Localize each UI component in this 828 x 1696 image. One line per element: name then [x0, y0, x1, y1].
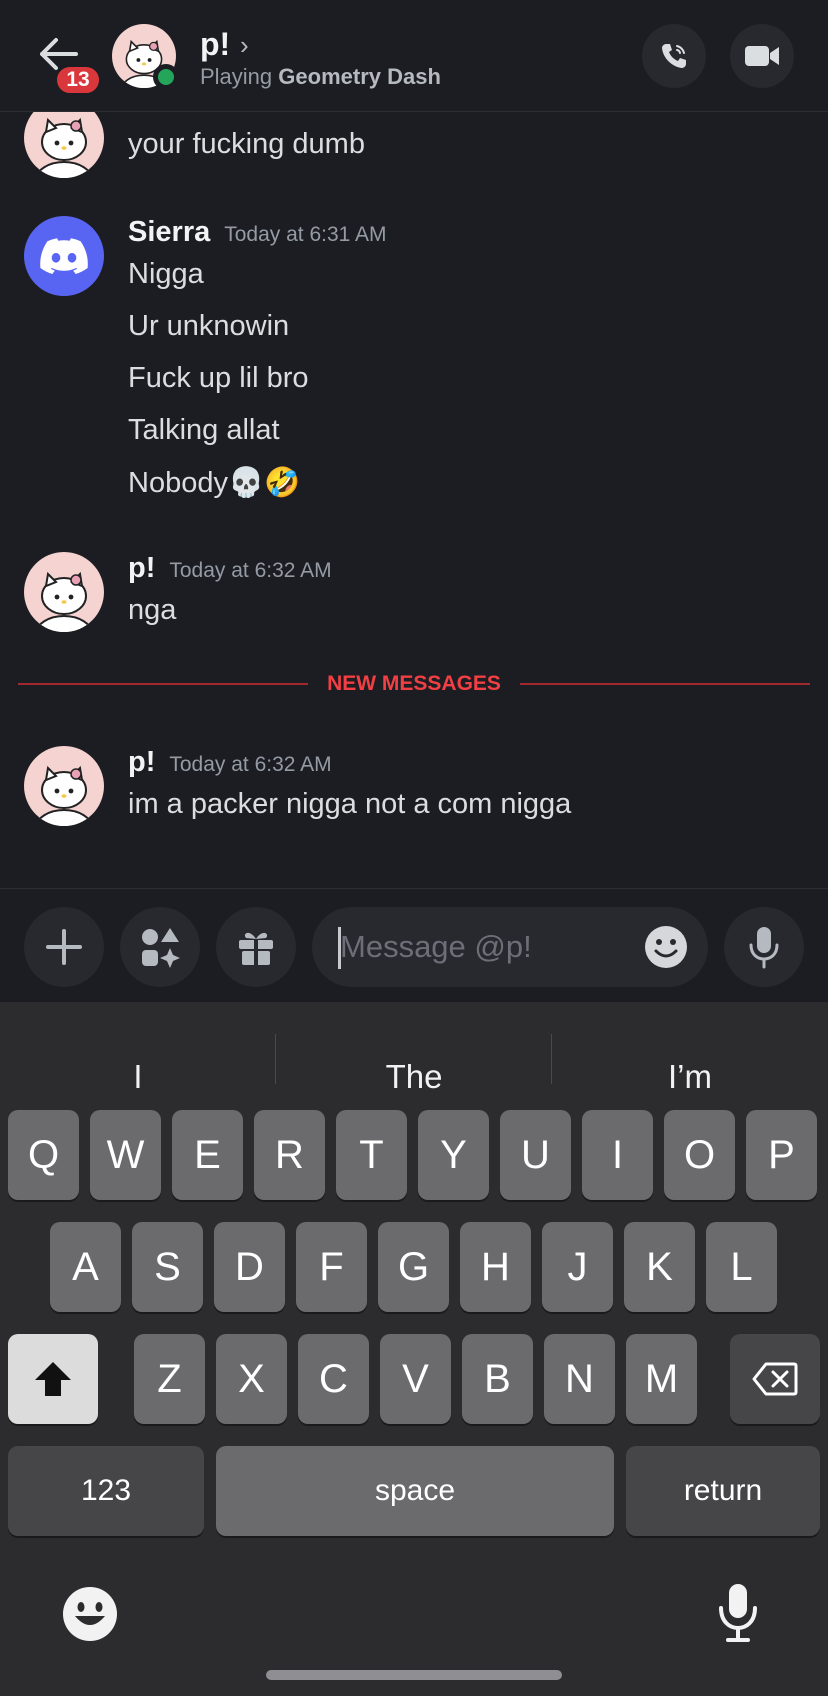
key-t[interactable]: T [336, 1110, 407, 1200]
suggestion-item[interactable]: The [276, 1058, 552, 1096]
message-placeholder: Message @p! [340, 929, 532, 964]
key-a[interactable]: A [50, 1222, 121, 1312]
chat-header: 13 p! › Playing Geometry Dash [0, 0, 828, 112]
key-n[interactable]: N [544, 1334, 615, 1424]
avatar[interactable] [24, 216, 104, 296]
unread-badge: 13 [54, 64, 102, 96]
message-text: im a packer nigga not a com nigga [128, 788, 572, 820]
new-messages-divider: NEW MESSAGES [0, 672, 828, 696]
gift-icon [239, 932, 273, 965]
voice-message-button[interactable] [724, 907, 804, 987]
avatar[interactable] [24, 112, 104, 178]
message-author[interactable]: p! Today at 6:32 AM [128, 746, 332, 779]
apps-button[interactable] [120, 907, 200, 987]
key-m[interactable]: M [626, 1334, 697, 1424]
key-x[interactable]: X [216, 1334, 287, 1424]
voice-call-button[interactable] [642, 24, 706, 88]
message-text: your fucking dumb [128, 128, 365, 160]
key-h[interactable]: H [460, 1222, 531, 1312]
key-y[interactable]: Y [418, 1110, 489, 1200]
key-b[interactable]: B [462, 1334, 533, 1424]
author-name[interactable]: p! [128, 552, 155, 584]
message-author[interactable]: p! Today at 6:32 AM [128, 552, 332, 585]
shift-arrow-icon [35, 1362, 71, 1396]
key-r[interactable]: R [254, 1110, 325, 1200]
key-v[interactable]: V [380, 1334, 451, 1424]
key-k[interactable]: K [624, 1222, 695, 1312]
key-p[interactable]: P [746, 1110, 817, 1200]
message-text: Nobody💀🤣 [128, 467, 301, 499]
hello-kitty-avatar-icon [35, 765, 93, 826]
plus-icon [46, 929, 82, 965]
hello-kitty-avatar-icon [35, 117, 93, 178]
conversation-name[interactable]: p! [200, 26, 230, 63]
suggestion-item[interactable]: I’m [552, 1058, 828, 1096]
hello-kitty-avatar-icon [35, 571, 93, 632]
message-composer: Message @p! [0, 888, 828, 1002]
key-o[interactable]: O [664, 1110, 735, 1200]
microphone-icon [749, 927, 779, 969]
activity-status: Playing Geometry Dash [200, 64, 441, 90]
discord-logo-icon [40, 238, 88, 274]
message-text: Talking allat [128, 414, 280, 446]
backspace-icon [752, 1362, 798, 1396]
on-screen-keyboard: I The I’m Q W E R T Y U I O P A S D F G … [0, 1002, 828, 1696]
new-messages-label: NEW MESSAGES [311, 672, 517, 695]
emoji-icon[interactable] [644, 925, 688, 969]
gift-button[interactable] [216, 907, 296, 987]
message-text: Fuck up lil bro [128, 362, 309, 394]
suggestion-item[interactable]: I [0, 1058, 276, 1096]
key-j[interactable]: J [542, 1222, 613, 1312]
key-z[interactable]: Z [134, 1334, 205, 1424]
chevron-right-icon[interactable]: › [240, 30, 249, 61]
shift-key[interactable] [8, 1334, 98, 1424]
home-indicator[interactable] [266, 1670, 562, 1680]
video-camera-icon [745, 46, 779, 66]
message-text: nga [128, 594, 177, 626]
message-timestamp: Today at 6:32 AM [169, 753, 332, 776]
key-e[interactable]: E [172, 1110, 243, 1200]
key-g[interactable]: G [378, 1222, 449, 1312]
message-author[interactable]: Sierra Today at 6:31 AM [128, 216, 387, 249]
return-key[interactable]: return [626, 1446, 820, 1536]
key-u[interactable]: U [500, 1110, 571, 1200]
message-text: Nigga [128, 258, 204, 290]
activity-game: Geometry Dash [278, 64, 441, 89]
numbers-key[interactable]: 123 [8, 1446, 204, 1536]
message-text: Ur unknowin [128, 310, 290, 342]
video-call-button[interactable] [730, 24, 794, 88]
author-name[interactable]: p! [128, 746, 155, 778]
apps-shapes-icon [142, 928, 180, 968]
key-w[interactable]: W [90, 1110, 161, 1200]
message-timestamp: Today at 6:32 AM [169, 559, 332, 582]
online-status-indicator [153, 64, 179, 90]
key-i[interactable]: I [582, 1110, 653, 1200]
message-timestamp: Today at 6:31 AM [224, 223, 387, 246]
key-c[interactable]: C [298, 1334, 369, 1424]
phone-call-icon [662, 44, 686, 68]
avatar[interactable] [24, 552, 104, 632]
key-f[interactable]: F [296, 1222, 367, 1312]
add-attachment-button[interactable] [24, 907, 104, 987]
backspace-key[interactable] [730, 1334, 820, 1424]
space-key[interactable]: space [216, 1446, 614, 1536]
message-list[interactable]: your fucking dumb Sierra Today at 6:31 AM… [0, 112, 828, 888]
key-l[interactable]: L [706, 1222, 777, 1312]
key-q[interactable]: Q [8, 1110, 79, 1200]
key-s[interactable]: S [132, 1222, 203, 1312]
author-name[interactable]: Sierra [128, 216, 210, 248]
emoji-keyboard-icon[interactable] [62, 1586, 118, 1642]
key-d[interactable]: D [214, 1222, 285, 1312]
dictation-microphone-icon[interactable] [716, 1582, 760, 1644]
message-input[interactable]: Message @p! [312, 907, 708, 987]
activity-prefix: Playing [200, 64, 273, 89]
avatar[interactable] [24, 746, 104, 826]
